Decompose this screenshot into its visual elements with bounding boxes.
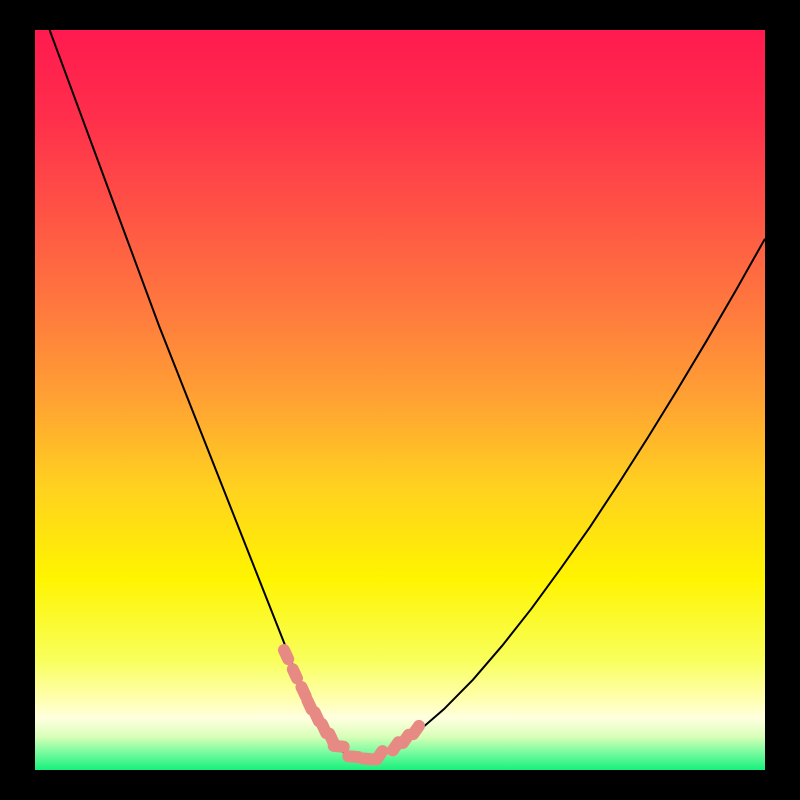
chart-stage: TheBottleneck.com: [0, 0, 800, 800]
plot-area: [35, 30, 765, 770]
bottleneck-chart: [0, 0, 800, 800]
